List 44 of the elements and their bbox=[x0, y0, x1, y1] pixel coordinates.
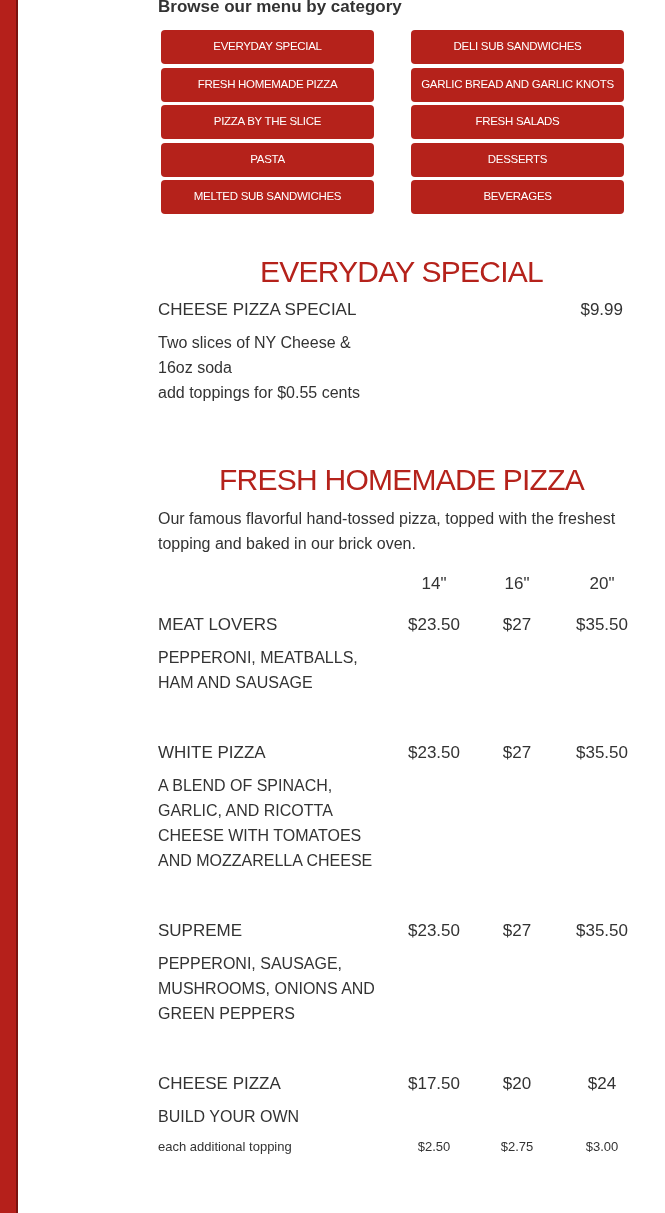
size-header: 20" bbox=[588, 573, 616, 595]
size-header: 14" bbox=[420, 573, 448, 595]
item-name: SUPREME bbox=[158, 920, 244, 942]
item-price: $27 bbox=[501, 920, 533, 942]
item-description: BUILD YOUR OWN bbox=[158, 1107, 301, 1127]
item-price: $20 bbox=[501, 1073, 533, 1095]
category-button[interactable]: EVERYDAY SPECIAL bbox=[161, 30, 374, 64]
category-button[interactable]: PIZZA BY THE SLICE bbox=[161, 105, 374, 139]
category-button[interactable]: FRESH SALADS bbox=[411, 105, 624, 139]
extra-topping-price: $2.50 bbox=[416, 1138, 452, 1156]
item-price: $27 bbox=[501, 614, 533, 636]
category-button[interactable]: FRESH HOMEMADE PIZZA bbox=[161, 67, 374, 102]
item-name: CHEESE PIZZA bbox=[158, 1073, 282, 1095]
item-description: PEPPERONI, SAUSAGE, MUSHROOMS, ONIONS AND GREEN PEPPERS bbox=[158, 954, 376, 1024]
item-name: MEAT LOVERS bbox=[158, 614, 279, 636]
item-price: $23.50 bbox=[407, 614, 461, 636]
item-name: WHITE PIZZA bbox=[158, 742, 267, 764]
category-button[interactable]: DELI SUB SANDWICHES bbox=[411, 30, 624, 64]
item-price: $17.50 bbox=[407, 1073, 461, 1095]
item-price: $35.50 bbox=[575, 920, 629, 942]
item-name: CHEESE PIZZA SPECIAL bbox=[158, 299, 357, 321]
size-header: 16" bbox=[503, 573, 531, 595]
extra-topping-label: each additional topping bbox=[158, 1138, 293, 1156]
extra-topping-price: $2.75 bbox=[499, 1138, 535, 1156]
section-title: EVERYDAY SPECIAL bbox=[258, 254, 545, 290]
category-button[interactable]: MELTED SUB SANDWICHES bbox=[161, 180, 374, 214]
section-title: FRESH HOMEMADE PIZZA bbox=[218, 462, 586, 498]
section-intro: Our famous flavorful hand-tossed pizza, topped with the freshest topping and baked in our brick oven. bbox=[158, 509, 617, 554]
item-price: $27 bbox=[501, 742, 533, 764]
item-price: $23.50 bbox=[407, 920, 461, 942]
item-description: A BLEND OF SPINACH, GARLIC, AND RICOTTA CHEESE WITH TOMATOES AND MOZZARELLA CHEESE bbox=[158, 776, 374, 871]
item-price: $24 bbox=[586, 1073, 618, 1095]
browse-heading: Browse our menu by category bbox=[158, 0, 403, 16]
item-price: $23.50 bbox=[407, 742, 461, 764]
category-button[interactable]: DESSERTS bbox=[411, 142, 624, 177]
item-price: $35.50 bbox=[575, 614, 629, 636]
extra-topping-price: $3.00 bbox=[584, 1138, 620, 1156]
category-button[interactable]: PASTA bbox=[161, 142, 374, 177]
category-button[interactable]: BEVERAGES bbox=[411, 180, 624, 214]
item-description: PEPPERONI, MEATBALLS, HAM AND SAUSAGE bbox=[158, 648, 359, 693]
item-price: $35.50 bbox=[575, 742, 629, 764]
item-price: $9.99 bbox=[580, 299, 623, 321]
category-button[interactable]: GARLIC BREAD AND GARLIC KNOTS bbox=[411, 67, 624, 102]
item-description: add toppings for $0.55 cents bbox=[158, 383, 361, 403]
